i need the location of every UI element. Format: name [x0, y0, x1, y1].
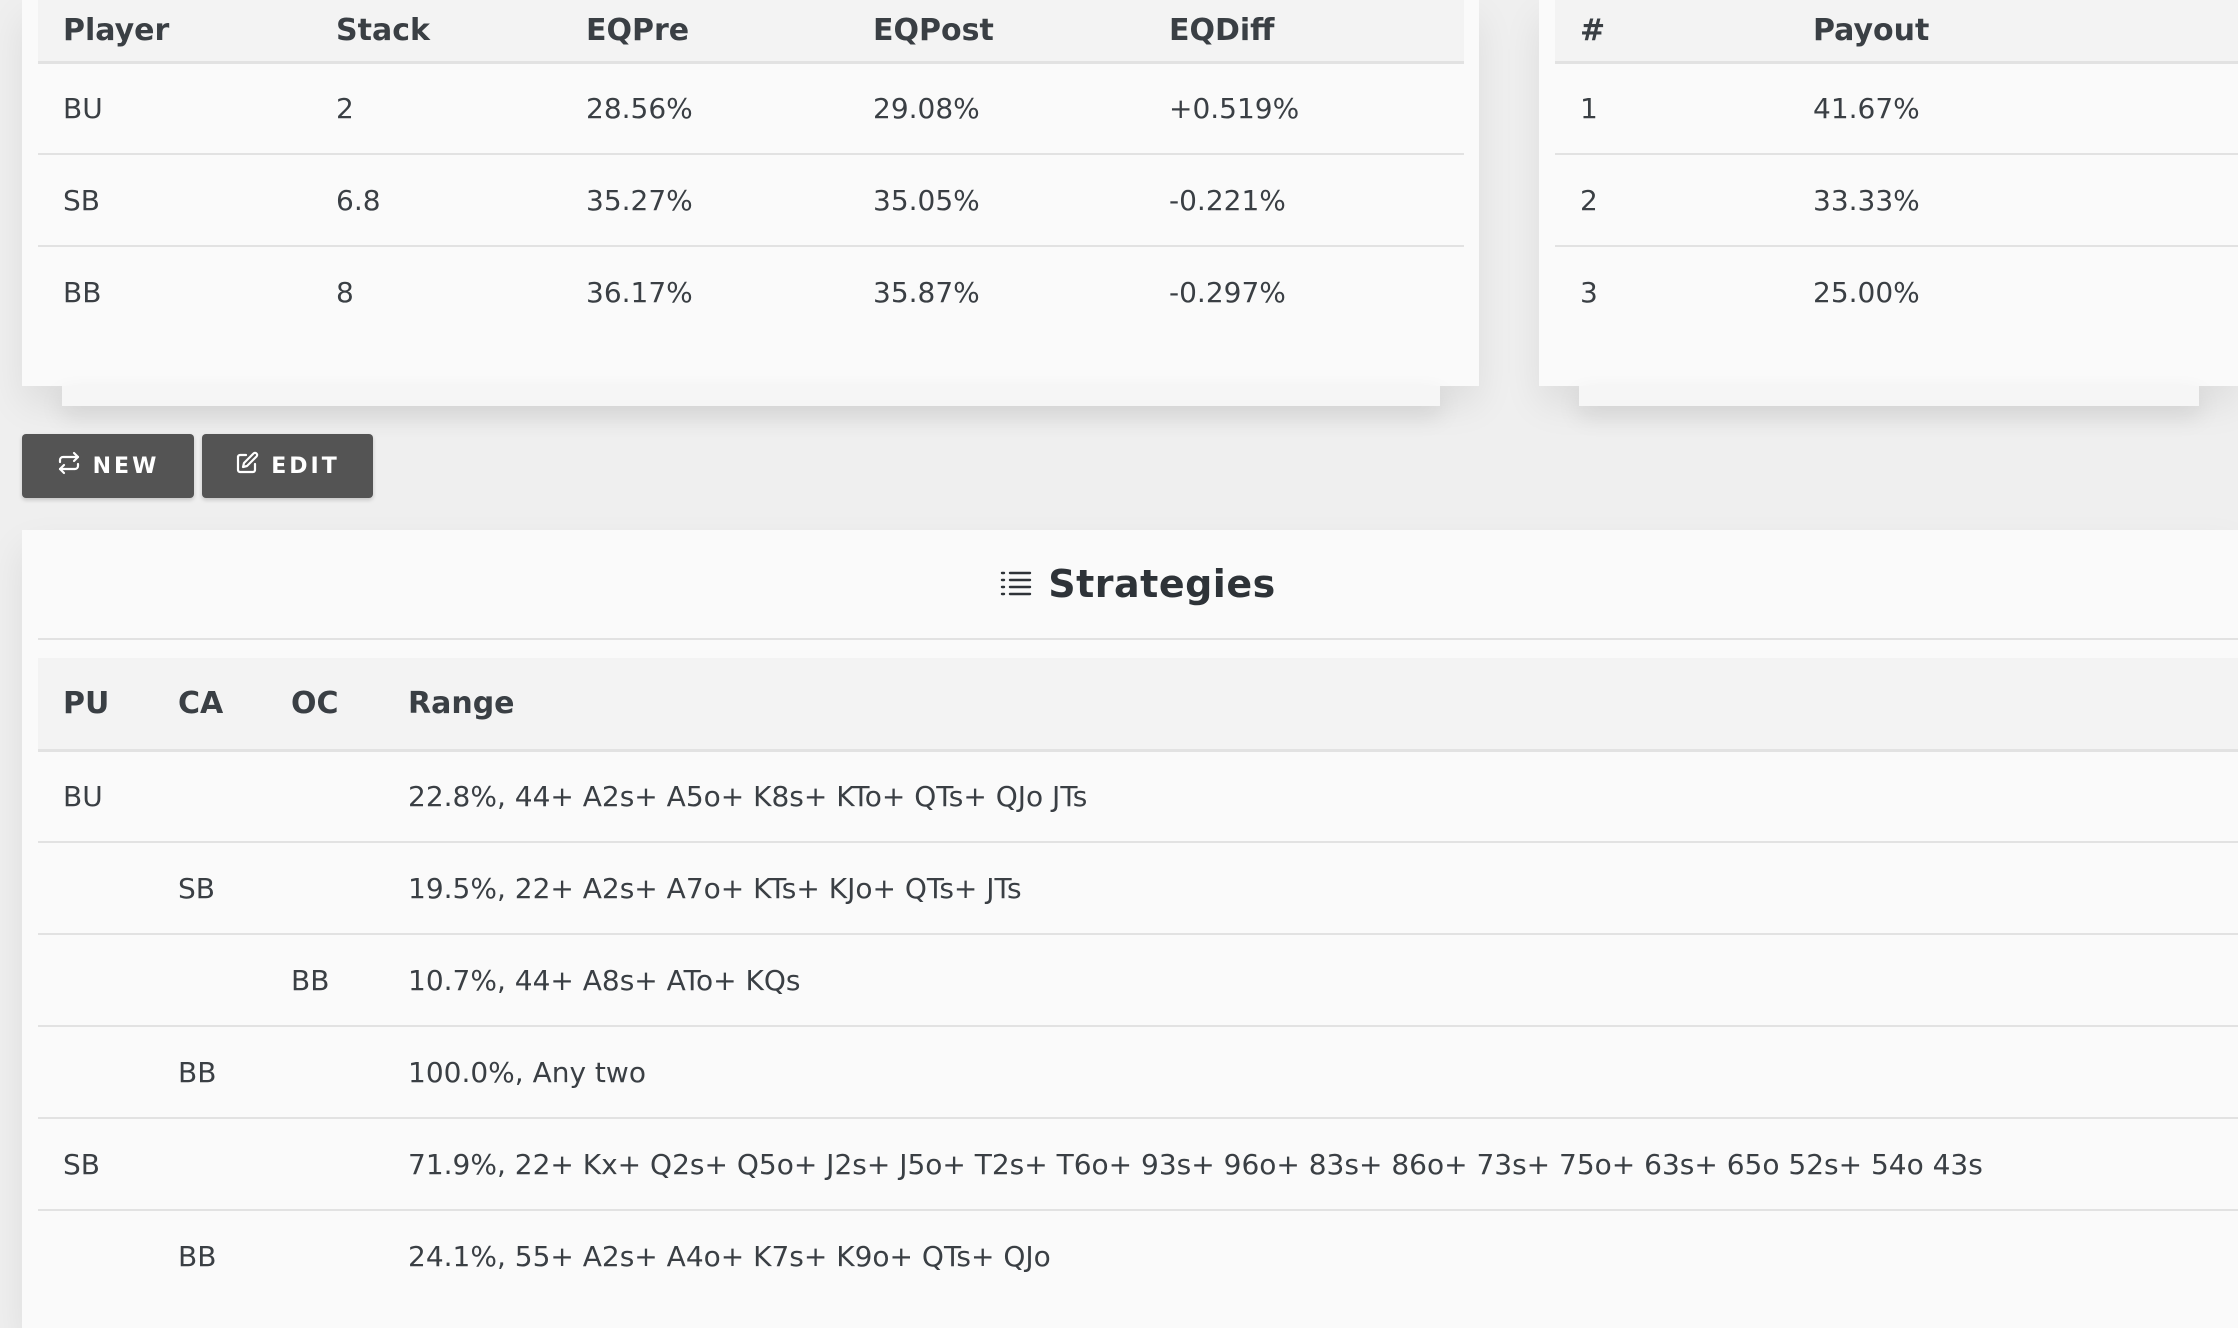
- edit-button-label: EDIT: [271, 453, 340, 479]
- equity-table: Player Stack EQPre EQPost EQDiff BU 2 28…: [38, 0, 1464, 338]
- table-row: SB 6.8 35.27% 35.05% -0.221%: [38, 154, 1464, 247]
- col-header-payout[interactable]: Payout: [1788, 0, 2238, 64]
- payout-card-stack-shadow: [1579, 386, 2199, 406]
- eqdiff-cell: +0.519%: [1144, 62, 1464, 155]
- table-row[interactable]: BB 100.0%, Any two: [38, 1026, 2238, 1119]
- oc-cell: [266, 1026, 383, 1119]
- ca-cell: SB: [153, 842, 266, 935]
- edit-icon: [235, 451, 259, 481]
- range-cell: 71.9%, 22+ Kx+ Q2s+ Q5o+ J2s+ J5o+ T2s+ …: [383, 1118, 2238, 1211]
- ca-cell: BB: [153, 1026, 266, 1119]
- eqpre-cell: 35.27%: [561, 154, 848, 247]
- eqdiff-cell: -0.297%: [1169, 276, 1286, 309]
- payout-cell: 41.67%: [1788, 62, 2238, 155]
- rank-cell: 2: [1555, 154, 1788, 247]
- range-cell: 10.7%, 44+ A8s+ ATo+ KQs: [383, 934, 2238, 1027]
- col-header-range[interactable]: Range: [383, 658, 2238, 752]
- table-row[interactable]: BU 22.8%, 44+ A2s+ A5o+ K8s+ KTo+ QTs+ Q…: [38, 750, 2238, 843]
- ca-cell: [153, 934, 266, 1027]
- ca-cell: BB: [178, 1240, 217, 1273]
- range-cell: 19.5%, 22+ A2s+ A7o+ KTs+ KJo+ QTs+ JTs: [383, 842, 2238, 935]
- payout-cell: 25.00%: [1813, 276, 1920, 309]
- table-row[interactable]: SB 71.9%, 22+ Kx+ Q2s+ Q5o+ J2s+ J5o+ T2…: [38, 1118, 2238, 1211]
- payout-card: # Payout 1 41.67% 2 33.33% 3 25.00%: [1539, 0, 2238, 386]
- col-header-eqpost[interactable]: EQPost: [848, 0, 1144, 64]
- edit-button[interactable]: EDIT: [202, 434, 373, 498]
- eqdiff-cell: -0.221%: [1144, 154, 1464, 247]
- col-header-rank[interactable]: #: [1555, 0, 1788, 64]
- col-header-oc[interactable]: OC: [266, 658, 383, 752]
- table-row: BU 2 28.56% 29.08% +0.519%: [38, 62, 1464, 155]
- pu-cell: [38, 1026, 153, 1119]
- rank-cell: 1: [1555, 62, 1788, 155]
- col-header-pu[interactable]: PU: [38, 658, 153, 752]
- oc-cell: [266, 842, 383, 935]
- eqpost-cell: 35.05%: [848, 154, 1144, 247]
- equity-header-row: Player Stack EQPre EQPost EQDiff: [38, 0, 1464, 64]
- equity-card: Player Stack EQPre EQPost EQDiff BU 2 28…: [22, 0, 1479, 386]
- new-button-label: NEW: [92, 453, 160, 479]
- rank-cell: 3: [1580, 276, 1598, 309]
- table-row[interactable]: BB 24.1%, 55+ A2s+ A4o+ K7s+ K9o+ QTs+ Q…: [38, 1210, 2238, 1302]
- payout-table: # Payout 1 41.67% 2 33.33% 3 25.00%: [1555, 0, 2238, 338]
- range-cell: 24.1%, 55+ A2s+ A4o+ K7s+ K9o+ QTs+ QJo: [408, 1240, 1051, 1273]
- stack-cell: 8: [336, 276, 354, 309]
- stack-cell: 6.8: [311, 154, 561, 247]
- oc-cell: [266, 1210, 383, 1302]
- strategies-header-row: PU CA OC Range: [38, 658, 2238, 752]
- stack-cell: 2: [311, 62, 561, 155]
- eqpre-cell: 28.56%: [561, 62, 848, 155]
- strategies-card: Strategies PU CA OC Range BU 22.8%, 44+ …: [22, 530, 2238, 1328]
- col-header-player[interactable]: Player: [38, 0, 311, 64]
- strategies-table: PU CA OC Range BU 22.8%, 44+ A2s+ A5o+ K…: [38, 658, 2238, 1302]
- pu-cell: [38, 842, 153, 935]
- pu-cell: [38, 1210, 153, 1302]
- pu-cell: BU: [38, 750, 153, 843]
- list-icon: [1000, 568, 1032, 600]
- strategies-title: Strategies: [1048, 562, 1276, 606]
- eqpost-cell: 29.08%: [848, 62, 1144, 155]
- col-header-ca[interactable]: CA: [153, 658, 266, 752]
- strategies-header: Strategies: [38, 530, 2238, 640]
- payout-header-row: # Payout: [1555, 0, 2238, 64]
- ca-cell: [153, 750, 266, 843]
- table-row[interactable]: BB 10.7%, 44+ A8s+ ATo+ KQs: [38, 934, 2238, 1027]
- equity-card-stack-shadow: [62, 386, 1440, 406]
- player-cell: BU: [38, 62, 311, 155]
- table-row: BB 8 36.17% 35.87% -0.297%: [38, 246, 1464, 338]
- table-row: 3 25.00%: [1555, 246, 2238, 338]
- col-header-eqpre[interactable]: EQPre: [561, 0, 848, 64]
- eqpost-cell: 35.87%: [873, 276, 980, 309]
- col-header-stack[interactable]: Stack: [311, 0, 561, 64]
- pu-cell: SB: [38, 1118, 153, 1211]
- range-cell: 22.8%, 44+ A2s+ A5o+ K8s+ KTo+ QTs+ QJo …: [383, 750, 2238, 843]
- range-cell: 100.0%, Any two: [383, 1026, 2238, 1119]
- table-row[interactable]: SB 19.5%, 22+ A2s+ A7o+ KTs+ KJo+ QTs+ J…: [38, 842, 2238, 935]
- col-header-eqdiff[interactable]: EQDiff: [1144, 0, 1464, 64]
- player-cell: SB: [38, 154, 311, 247]
- pu-cell: [38, 934, 153, 1027]
- repeat-icon: [57, 451, 81, 481]
- oc-cell: [266, 750, 383, 843]
- eqpre-cell: 36.17%: [586, 276, 693, 309]
- table-row: 2 33.33%: [1555, 154, 2238, 247]
- oc-cell: [266, 1118, 383, 1211]
- table-row: 1 41.67%: [1555, 62, 2238, 155]
- player-cell: BB: [63, 276, 102, 309]
- payout-cell: 33.33%: [1788, 154, 2238, 247]
- new-button[interactable]: NEW: [22, 434, 194, 498]
- oc-cell: BB: [266, 934, 383, 1027]
- ca-cell: [153, 1118, 266, 1211]
